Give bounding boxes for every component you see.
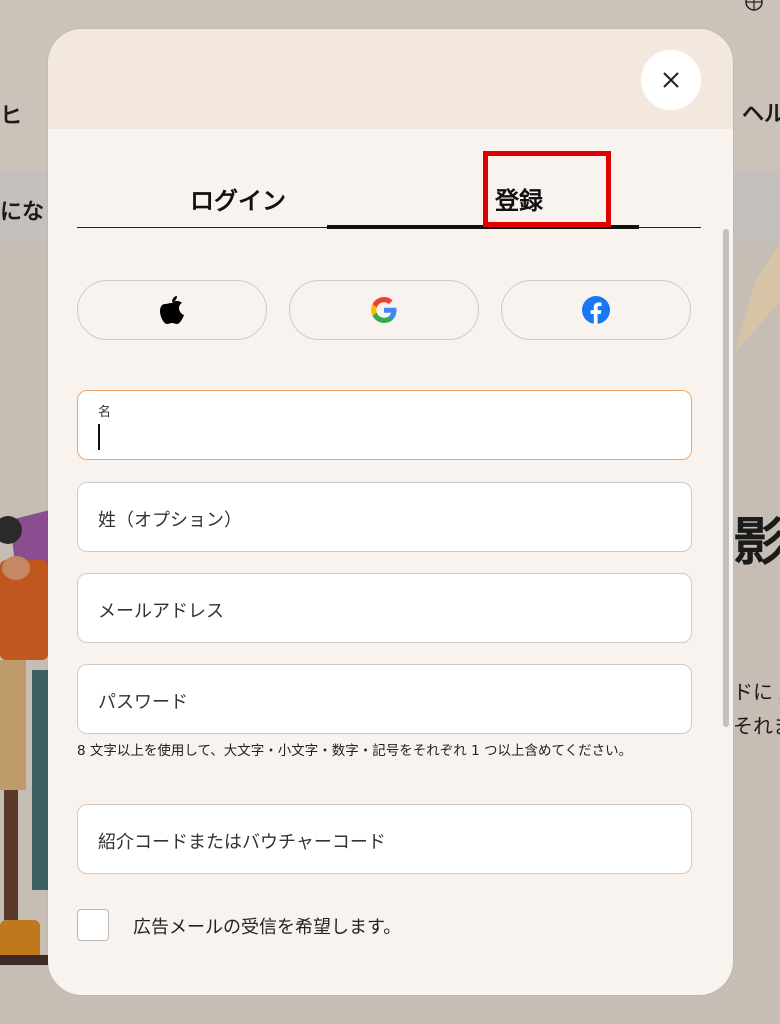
background-illustration — [0, 510, 50, 965]
google-icon — [371, 297, 397, 323]
marketing-opt-in-label[interactable]: 広告メールの受信を希望します。 — [133, 913, 401, 939]
facebook-login-button[interactable] — [501, 280, 691, 340]
referral-code-field[interactable]: 紹介コードまたはバウチャーコード — [77, 804, 692, 874]
globe-icon — [745, 0, 763, 11]
active-tab-indicator — [327, 225, 639, 229]
auth-tabs: ログイン 登録 — [77, 151, 701, 229]
first-name-field[interactable]: 名 — [77, 390, 692, 460]
email-placeholder: メールアドレス — [98, 601, 224, 622]
background-hero-text-line2: それま — [733, 714, 780, 738]
modal-scrollbar[interactable] — [723, 229, 729, 727]
close-button[interactable] — [641, 50, 701, 110]
background-hero-text-line1: ドに A — [733, 680, 780, 704]
email-field[interactable]: メールアドレス — [77, 573, 692, 643]
background-decoration — [735, 242, 780, 352]
background-nav-fragment-left: ヒ — [0, 104, 23, 129]
background-nav-fragment-right: ヘル — [742, 102, 780, 127]
facebook-icon — [582, 296, 610, 324]
text-caret — [98, 424, 100, 450]
password-placeholder: パスワード — [98, 692, 188, 713]
social-login-row — [77, 280, 692, 340]
last-name-field[interactable]: 姓（オプション） — [77, 482, 692, 552]
close-icon — [663, 72, 679, 88]
last-name-placeholder: 姓（オプション） — [98, 510, 242, 531]
password-field[interactable]: パスワード — [77, 664, 692, 734]
first-name-label: 名 — [98, 405, 112, 420]
referral-code-placeholder: 紹介コードまたはバウチャーコード — [98, 832, 386, 853]
tab-register[interactable]: 登録 — [399, 169, 639, 227]
apple-icon — [160, 296, 184, 324]
signup-modal: ログイン 登録 名 姓（オプション） メールアドレス パスワード 8 文字以上を… — [48, 29, 733, 995]
google-login-button[interactable] — [289, 280, 479, 340]
modal-header — [48, 29, 733, 129]
password-hint: 8 文字以上を使用して、大文字・小文字・数字・記号をそれぞれ 1 つ以上含めてく… — [77, 743, 633, 759]
background-hero-heading-fragment: 影 — [733, 513, 780, 573]
apple-login-button[interactable] — [77, 280, 267, 340]
marketing-opt-in-checkbox[interactable] — [77, 909, 109, 941]
tab-login[interactable]: ログイン — [77, 169, 399, 227]
